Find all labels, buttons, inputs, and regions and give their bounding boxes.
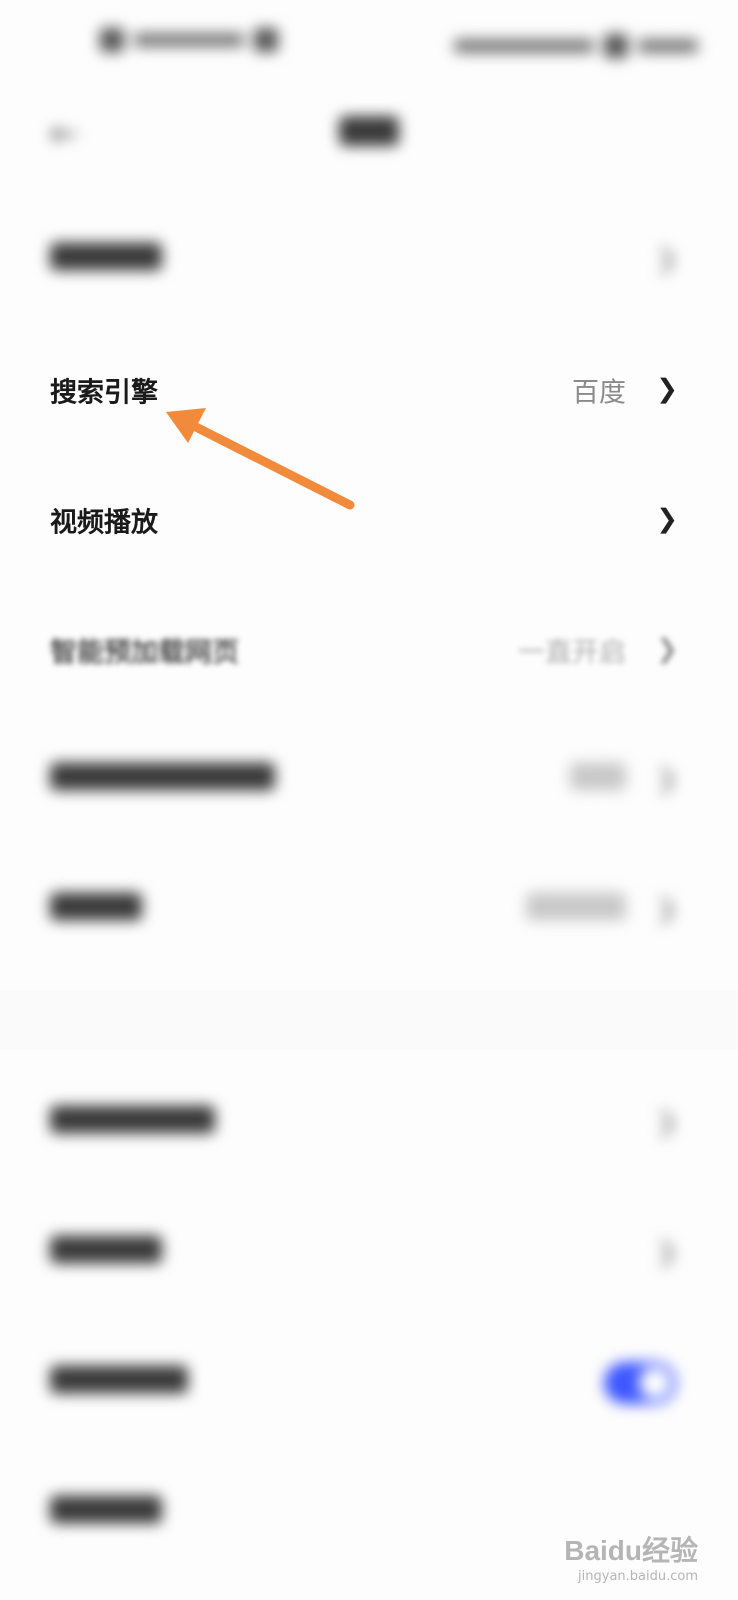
- chevron-right-icon: ❯: [656, 634, 678, 665]
- status-bar: [0, 0, 738, 90]
- app-icon: [254, 28, 278, 52]
- settings-row-video-playback[interactable]: 视频播放 ❯: [0, 455, 738, 585]
- settings-row-1-label: [50, 242, 162, 278]
- time-text: [638, 39, 698, 53]
- settings-row-10-label: [50, 1495, 162, 1531]
- chevron-right-icon: ❯: [656, 894, 678, 925]
- video-playback-label: 视频播放: [50, 507, 158, 539]
- chevron-right-icon: ❯: [656, 764, 678, 795]
- section-divider: [0, 990, 738, 1050]
- settings-screen: ← ❯ 搜索引擎 百度 ❯ 视频播放 ❯ 智能预加载网页 一直开启 ❯ ❯ ❯ …: [0, 0, 738, 1600]
- battery-icon: [604, 34, 628, 58]
- page-title: [0, 116, 738, 154]
- network-speed-text: [134, 33, 244, 47]
- status-right-icons: [454, 34, 698, 58]
- settings-row-9-label: [50, 1365, 188, 1401]
- watermark: Baidu经验 jingyan.baidu.com: [564, 1529, 698, 1584]
- chevron-right-icon: ❯: [656, 1237, 678, 1268]
- status-left-icons: [100, 28, 278, 52]
- signal-icons: [454, 39, 594, 53]
- chevron-right-icon: ❯: [656, 244, 678, 275]
- settings-row-9[interactable]: [0, 1318, 738, 1448]
- smart-preload-value: 一直开启: [518, 637, 626, 669]
- header: ←: [0, 100, 738, 170]
- watermark-brand: Baidu经验: [564, 1535, 698, 1566]
- settings-row-1[interactable]: ❯: [0, 195, 738, 325]
- settings-row-5-label: [50, 762, 275, 798]
- settings-row-8-label: [50, 1235, 162, 1271]
- chevron-right-icon: ❯: [656, 1107, 678, 1138]
- settings-row-5-value: [570, 762, 626, 798]
- search-engine-label: 搜索引擎: [50, 377, 158, 409]
- settings-row-8[interactable]: ❯: [0, 1188, 738, 1318]
- chevron-right-icon: ❯: [656, 504, 678, 535]
- settings-row-search-engine[interactable]: 搜索引擎 百度 ❯: [0, 325, 738, 455]
- search-engine-value: 百度: [572, 377, 626, 409]
- toggle-knob: [639, 1367, 671, 1399]
- settings-row-6[interactable]: ❯: [0, 845, 738, 975]
- chevron-right-icon: ❯: [656, 374, 678, 405]
- toggle-switch[interactable]: [604, 1362, 676, 1404]
- watermark-url: jingyan.baidu.com: [578, 1569, 698, 1584]
- settings-row-6-label: [50, 892, 142, 928]
- settings-row-7-label: [50, 1105, 215, 1141]
- settings-row-7[interactable]: ❯: [0, 1058, 738, 1188]
- settings-row-smart-preload[interactable]: 智能预加载网页 一直开启 ❯: [0, 585, 738, 715]
- settings-row-5[interactable]: ❯: [0, 715, 738, 845]
- smart-preload-label: 智能预加载网页: [50, 637, 239, 669]
- notification-icon: [100, 28, 124, 52]
- settings-row-6-value: [526, 892, 626, 928]
